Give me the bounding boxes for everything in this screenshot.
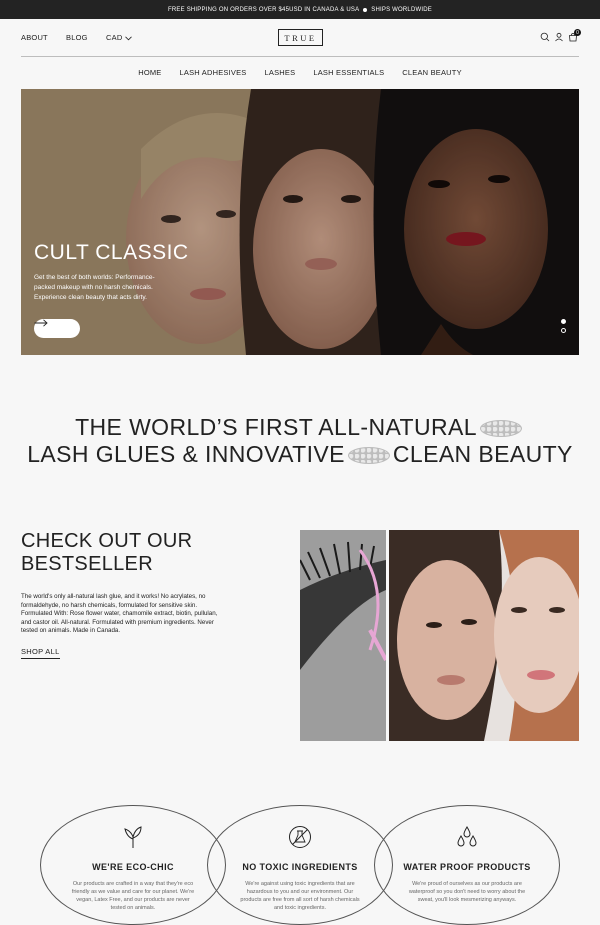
main-nav: HOME LASH ADHESIVES LASHES LASH ESSENTIA… (0, 60, 600, 85)
features-section: WE'RE ECO-CHIC Our products are crafted … (0, 805, 600, 925)
arrow-right-icon (34, 319, 48, 327)
hero-title: CULT CLASSIC (34, 241, 189, 264)
feature-text: Our products are crafted in a way that t… (71, 881, 195, 911)
feature-title: WE'RE ECO-CHIC (92, 862, 174, 872)
bestseller-description: The world's only all-natural lash glue, … (21, 593, 218, 635)
slide-dot-1[interactable] (561, 319, 566, 324)
nav-lashes[interactable]: LASHES (265, 68, 296, 77)
site-header: ABOUT BLOG CAD TRUE 0 (21, 19, 581, 57)
about-link[interactable]: ABOUT (21, 33, 48, 42)
clean-beauty-pill-image (347, 447, 390, 465)
bestseller-title-line-2: BESTSELLER (21, 553, 153, 575)
feature-waterproof: WATER PROOF PRODUCTS We're proud of ours… (382, 805, 552, 904)
lash-product-image[interactable] (300, 530, 386, 741)
chevron-down-icon (124, 36, 132, 40)
nav-lash-adhesives[interactable]: LASH ADHESIVES (180, 68, 247, 77)
feature-no-toxic: NO TOXIC INGREDIENTS We're against using… (215, 805, 385, 912)
feature-eco-chic: WE'RE ECO-CHIC Our products are crafted … (48, 805, 218, 912)
nav-lash-essentials[interactable]: LASH ESSENTIALS (313, 68, 384, 77)
bullet-icon (363, 7, 368, 12)
tagline-line-2b: CLEAN BEAUTY (392, 441, 573, 467)
currency-label: CAD (106, 33, 123, 42)
hero-arrow-button[interactable] (34, 319, 80, 338)
blog-link[interactable]: BLOG (66, 33, 88, 42)
brand-tagline: THE WORLD’S FIRST ALL-NATURAL LASH GLUES… (0, 414, 600, 468)
shop-all-link[interactable]: SHOP ALL (21, 647, 60, 659)
brand-logo[interactable]: TRUE (278, 29, 323, 46)
hero-image (21, 89, 579, 355)
currency-selector[interactable]: CAD (106, 33, 132, 42)
announcement-bar: FREE SHIPPING ON ORDERS OVER $45USD IN C… (0, 0, 600, 19)
slider-dots (561, 319, 566, 337)
search-icon[interactable] (540, 32, 550, 42)
announcement-shipping: FREE SHIPPING ON ORDERS OVER $45USD IN C… (168, 6, 360, 13)
bestseller-title-line-1: CHECK OUT OUR (21, 530, 193, 552)
feature-text: We're proud of ourselves as our products… (408, 881, 526, 903)
lash-glue-pill-image (479, 420, 522, 438)
feature-text: We're against using toxic ingredients th… (240, 881, 360, 911)
feature-title: NO TOXIC INGREDIENTS (242, 862, 358, 872)
announcement-worldwide: SHIPS WORLDWIDE (371, 6, 432, 13)
account-icon[interactable] (554, 32, 564, 42)
slide-dot-2[interactable] (561, 328, 566, 333)
nav-clean-beauty[interactable]: CLEAN BEAUTY (402, 68, 462, 77)
water-drops-icon (457, 826, 477, 847)
cart-count-badge: 0 (574, 29, 581, 36)
hero-text: Get the best of both worlds: Performance… (34, 274, 155, 301)
nav-home[interactable]: HOME (138, 68, 161, 77)
bestseller-title: CHECK OUT OUR BESTSELLER (21, 530, 192, 576)
hero-banner: CULT CLASSIC Get the best of both worlds… (21, 89, 579, 355)
tagline-line-1: THE WORLD’S FIRST ALL-NATURAL (75, 414, 477, 440)
models-image[interactable] (389, 530, 579, 741)
tagline-line-2a: LASH GLUES & INNOVATIVE (27, 441, 345, 467)
no-chemicals-icon (289, 826, 311, 848)
feature-title: WATER PROOF PRODUCTS (403, 862, 531, 872)
leaf-sprout-icon (124, 826, 142, 848)
